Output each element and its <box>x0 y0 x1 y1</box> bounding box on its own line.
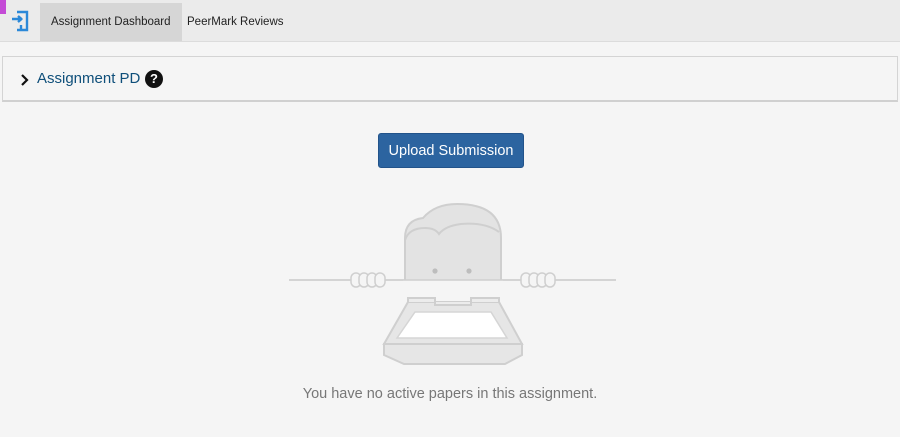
tab-assignment-dashboard[interactable]: Assignment Dashboard <box>40 3 182 41</box>
chevron-right-icon[interactable] <box>20 73 30 87</box>
accent-strip <box>0 0 6 14</box>
assignment-header: Assignment PD ? <box>2 56 898 102</box>
top-nav-bar: Assignment Dashboard PeerMark Reviews <box>0 0 900 42</box>
empty-inbox-illustration <box>285 198 625 370</box>
upload-submission-button[interactable]: Upload Submission <box>378 133 524 168</box>
assignment-title[interactable]: Assignment PD <box>37 70 140 87</box>
help-icon[interactable]: ? <box>145 70 163 88</box>
tab-peermark-reviews[interactable]: PeerMark Reviews <box>176 3 295 41</box>
empty-state-message: You have no active papers in this assign… <box>302 386 598 402</box>
turnitin-logo-icon[interactable] <box>8 8 32 34</box>
